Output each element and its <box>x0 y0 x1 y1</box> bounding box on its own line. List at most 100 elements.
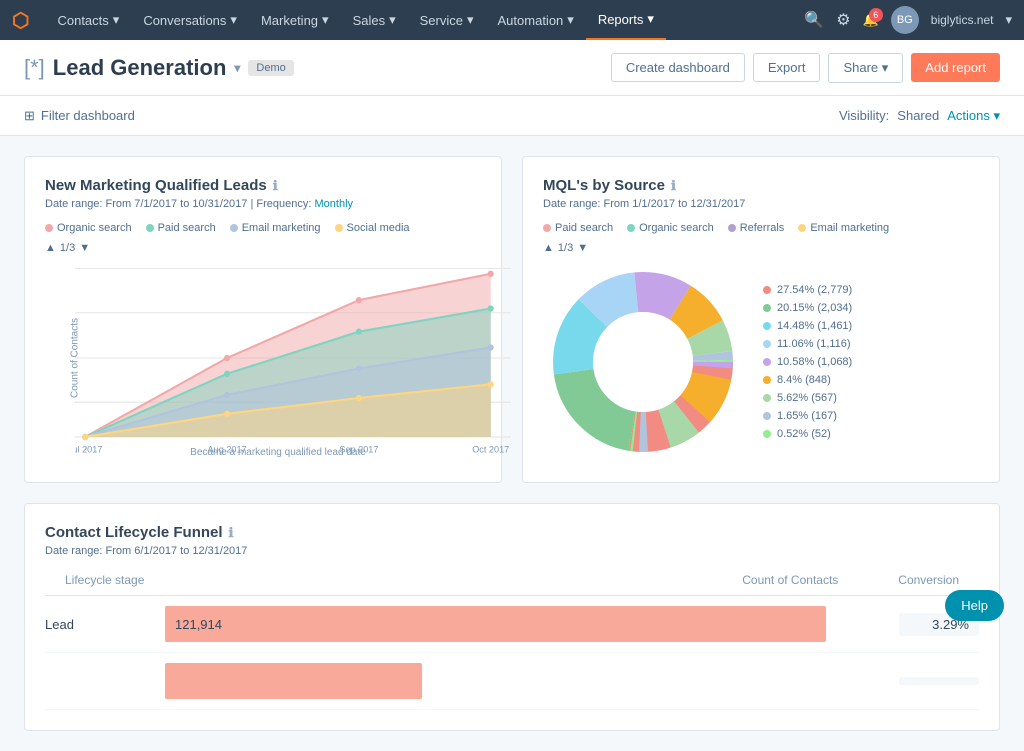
donut-label-4: 11.06% (1,116) <box>777 338 851 350</box>
source-page-indicator: ▲ 1/3 ▼ <box>543 242 979 254</box>
mql-source-card: MQL's by Source ℹ Date range: From 1/1/2… <box>522 156 1000 483</box>
source-legend-referrals: Referrals <box>728 222 785 234</box>
source-dot-referrals <box>728 224 736 232</box>
legend-organic-search: Organic search <box>45 222 132 234</box>
chart-x-label: Became a marketing qualified lead date <box>75 447 481 458</box>
nav-conversations[interactable]: Conversations ▾ <box>131 0 249 40</box>
donut-dot-7 <box>763 394 771 402</box>
mql-chart-info-icon[interactable]: ℹ <box>273 178 278 194</box>
source-legend-paid: Paid search <box>543 222 613 234</box>
title-prefix: [*] <box>24 55 45 81</box>
donut-dot-9 <box>763 430 771 438</box>
mql-source-title: MQL's by Source ℹ <box>543 177 979 194</box>
demo-badge: Demo <box>248 60 293 76</box>
donut-legend-item-7: 5.62% (567) <box>763 392 852 404</box>
mql-line-chart-svg: 10k 7.5k 5k 2.5k 0 <box>75 258 511 458</box>
nav-sales[interactable]: Sales ▾ <box>341 0 408 40</box>
filter-right: Visibility: Shared Actions ▾ <box>839 108 1000 124</box>
top-nav: ⬡ Contacts ▾ Conversations ▾ Marketing ▾… <box>0 0 1024 40</box>
add-report-button[interactable]: Add report <box>911 53 1000 82</box>
nav-automation[interactable]: Automation ▾ <box>486 0 586 40</box>
funnel-bar-value-lead: 121,914 <box>175 617 222 632</box>
mql-source-meta: Date range: From 1/1/2017 to 12/31/2017 <box>543 198 979 210</box>
source-page-down-icon[interactable]: ▼ <box>577 242 588 254</box>
legend-dot-social <box>335 224 343 232</box>
donut-legend-item-5: 10.58% (1,068) <box>763 356 852 368</box>
source-legend-email: Email marketing <box>798 222 889 234</box>
funnel-bar-mql <box>165 663 422 699</box>
source-page-up-icon[interactable]: ▲ <box>543 242 554 254</box>
account-name[interactable]: biglytics.net <box>931 13 994 27</box>
funnel-row-mql <box>45 653 979 710</box>
page-title: [*] Lead Generation ▾ Demo <box>24 55 294 81</box>
donut-legend-item-4: 11.06% (1,116) <box>763 338 852 350</box>
share-button[interactable]: Share ▾ <box>828 53 903 83</box>
legend-paid-search: Paid search <box>146 222 216 234</box>
legend-social-media: Social media <box>335 222 410 234</box>
donut-dot-5 <box>763 358 771 366</box>
funnel-col-count: Count of Contacts <box>742 573 838 587</box>
donut-legend: 27.54% (2,779) 20.15% (2,034) 14.48% (1,… <box>763 284 852 440</box>
funnel-card: Contact Lifecycle Funnel ℹ Date range: F… <box>24 503 1000 731</box>
page-up-icon[interactable]: ▲ <box>45 242 56 254</box>
nav-marketing[interactable]: Marketing ▾ <box>249 0 341 40</box>
visibility-label: Visibility: <box>839 108 889 123</box>
funnel-conv-mql <box>899 677 979 685</box>
create-dashboard-button[interactable]: Create dashboard <box>611 53 745 82</box>
funnel-meta: Date range: From 6/1/2017 to 12/31/2017 <box>45 545 979 557</box>
donut-label-3: 14.48% (1,461) <box>777 320 852 332</box>
export-button[interactable]: Export <box>753 53 821 82</box>
help-button[interactable]: Help <box>945 590 1004 621</box>
nav-right: 🔍 ⚙ 🔔 6 BG biglytics.net ▾ <box>804 6 1012 34</box>
mql-line-chart-card: New Marketing Qualified Leads ℹ Date ran… <box>24 156 502 483</box>
actions-btn[interactable]: Actions ▾ <box>947 108 1000 124</box>
source-dot-organic <box>627 224 635 232</box>
mql-source-legend: Paid search Organic search Referrals Ema… <box>543 222 979 234</box>
donut-legend-item-6: 8.4% (848) <box>763 374 852 386</box>
nav-contacts[interactable]: Contacts ▾ <box>45 0 131 40</box>
donut-dot-1 <box>763 286 771 294</box>
page-header: [*] Lead Generation ▾ Demo Create dashbo… <box>0 40 1024 96</box>
settings-icon[interactable]: ⚙ <box>836 10 850 30</box>
donut-legend-item-8: 1.65% (167) <box>763 410 852 422</box>
donut-label-2: 20.15% (2,034) <box>777 302 852 314</box>
donut-label-1: 27.54% (2,779) <box>777 284 852 296</box>
legend-email-marketing: Email marketing <box>230 222 321 234</box>
mql-source-info-icon[interactable]: ℹ <box>671 178 676 194</box>
search-icon[interactable]: 🔍 <box>804 10 824 30</box>
title-dropdown-icon[interactable]: ▾ <box>234 61 240 75</box>
source-dot-paid <box>543 224 551 232</box>
nav-items: Contacts ▾ Conversations ▾ Marketing ▾ S… <box>45 0 804 40</box>
filter-dashboard-btn[interactable]: ⊞ Filter dashboard <box>24 108 135 124</box>
donut-dot-8 <box>763 412 771 420</box>
nav-reports[interactable]: Reports ▾ <box>586 0 666 40</box>
donut-dot-2 <box>763 304 771 312</box>
donut-chart-svg <box>543 262 743 462</box>
mql-chart-page-indicator: ▲ 1/3 ▼ <box>45 242 481 254</box>
donut-chart-container: 27.54% (2,779) 20.15% (2,034) 14.48% (1,… <box>543 262 979 462</box>
donut-label-8: 1.65% (167) <box>777 410 837 422</box>
source-legend-organic: Organic search <box>627 222 714 234</box>
dashboard-title: Lead Generation <box>53 55 227 81</box>
funnel-stage-lead: Lead <box>45 617 165 632</box>
notifications-icon[interactable]: 🔔 6 <box>863 12 879 28</box>
filter-bar: ⊞ Filter dashboard Visibility: Shared Ac… <box>0 96 1024 136</box>
funnel-bar-wrap-lead: 121,914 <box>165 606 899 642</box>
legend-label-organic: Organic search <box>57 222 132 234</box>
avatar[interactable]: BG <box>891 6 919 34</box>
source-label-organic: Organic search <box>639 222 714 234</box>
funnel-col-conversion: Conversion <box>898 573 959 587</box>
nav-service[interactable]: Service ▾ <box>408 0 486 40</box>
notification-count: 6 <box>869 8 883 22</box>
source-dot-email <box>798 224 806 232</box>
page-down-icon[interactable]: ▼ <box>79 242 90 254</box>
donut-dot-3 <box>763 322 771 330</box>
hubspot-logo[interactable]: ⬡ <box>12 8 29 33</box>
legend-label-email: Email marketing <box>242 222 321 234</box>
funnel-info-icon[interactable]: ℹ <box>229 525 234 541</box>
source-label-email: Email marketing <box>810 222 889 234</box>
mql-chart-title: New Marketing Qualified Leads ℹ <box>45 177 481 194</box>
header-actions: Create dashboard Export Share ▾ Add repo… <box>611 53 1000 83</box>
funnel-bar-wrap-mql <box>165 663 899 699</box>
account-dropdown-icon: ▾ <box>1005 12 1012 28</box>
